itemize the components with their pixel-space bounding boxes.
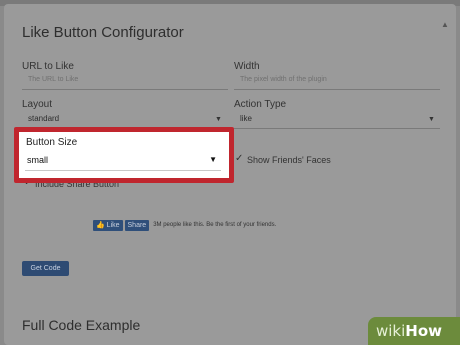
chevron-down-icon: ▼ (209, 155, 217, 164)
button-size-select[interactable]: small ▼ (25, 152, 221, 171)
wikihow-logo-how: How (405, 322, 443, 340)
fb-like-label: Like (106, 221, 120, 229)
action-type-chevron-down-icon: ▼ (428, 116, 435, 123)
show-faces-checkmark-icon[interactable]: ✓ (235, 153, 243, 164)
thumbs-up-icon: 👍 (96, 221, 105, 229)
wikihow-logo-wiki: wiki (376, 322, 406, 340)
button-size-highlight: Button Size small ▼ (14, 127, 234, 183)
layout-chevron-down-icon: ▼ (215, 116, 222, 123)
layout-label: Layout (22, 99, 53, 110)
button-size-value: small (27, 155, 49, 165)
full-code-title: Full Code Example (22, 317, 141, 333)
like-plugin-preview: 👍 Like Share 3M people like this. Be the… (93, 219, 276, 231)
scroll-up-icon[interactable]: ▲ (441, 20, 449, 29)
get-code-button[interactable]: Get Code (22, 261, 69, 276)
fb-share-button[interactable]: Share (124, 219, 150, 231)
button-size-label: Button Size (26, 137, 78, 148)
show-faces-label: Show Friends' Faces (247, 155, 331, 165)
social-context-text: 3M people like this. Be the first of you… (153, 222, 277, 228)
action-type-label: Action Type (234, 99, 287, 110)
wikihow-logo: wikiHow (368, 317, 460, 345)
action-type-select[interactable]: like (234, 110, 440, 129)
url-input[interactable]: The URL to Like (22, 71, 228, 90)
fb-like-button[interactable]: 👍 Like (93, 219, 123, 231)
width-input[interactable]: The pixel width of the plugin (234, 71, 440, 90)
page-title: Like Button Configurator (22, 24, 184, 41)
